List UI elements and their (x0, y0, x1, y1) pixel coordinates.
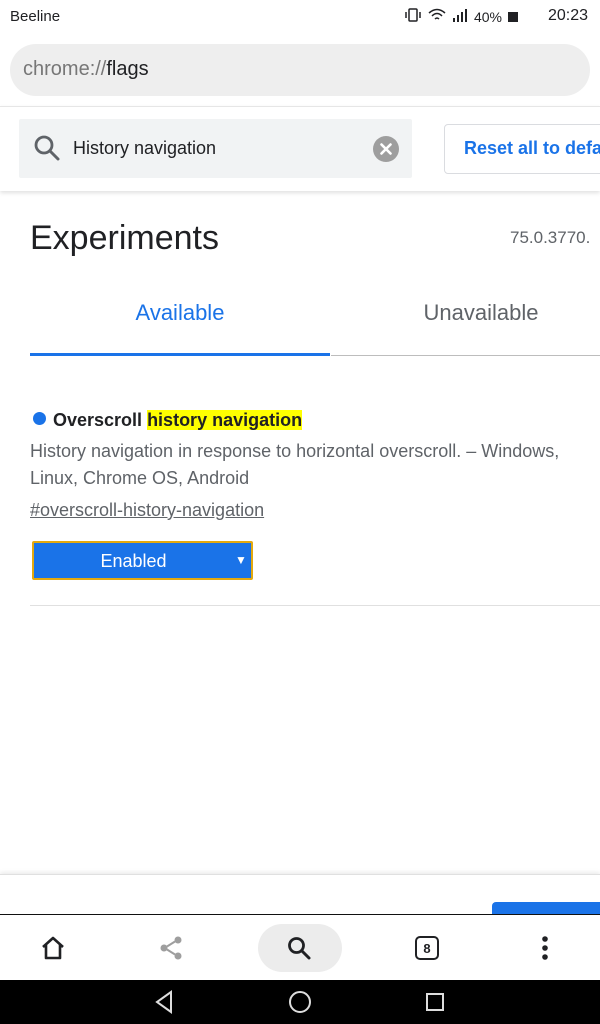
wifi-icon (428, 8, 446, 25)
battery-icon (508, 9, 518, 25)
home-button[interactable] (22, 924, 84, 972)
flag-description: History navigation in response to horizo… (30, 441, 560, 488)
tab-divider (331, 355, 600, 356)
flag-anchor-link[interactable]: #overscroll-history-navigation (30, 500, 264, 521)
square-recents-icon (426, 993, 444, 1011)
flag-divider (30, 605, 600, 606)
vibrate-icon (404, 8, 422, 25)
circle-home-icon (289, 991, 311, 1013)
close-icon (380, 143, 392, 155)
tab-unavailable[interactable]: Unavailable (331, 300, 600, 356)
status-icons: 40% (404, 8, 518, 25)
flag-title: Overscroll history navigation (53, 410, 303, 431)
share-icon (160, 936, 182, 960)
search-value[interactable]: History navigation (73, 138, 216, 159)
recents-button[interactable] (420, 988, 450, 1016)
url-text[interactable]: chrome://flags (23, 58, 149, 81)
flag-title-prefix: Overscroll (53, 410, 148, 430)
flag-modified-dot (33, 412, 46, 425)
clock: 20:23 (547, 7, 588, 24)
tab-available[interactable]: Available (30, 300, 330, 356)
toolbar-search[interactable] (268, 924, 330, 972)
clear-search-button[interactable] (373, 136, 399, 162)
more-vert-icon (542, 936, 548, 960)
menu-button[interactable] (514, 924, 576, 972)
search-icon (33, 134, 61, 162)
tab-count: 8 (423, 940, 431, 956)
flag-title-highlight: history navigation (147, 410, 303, 430)
tab-switcher-icon: 8 (415, 936, 439, 960)
search-icon (288, 937, 311, 960)
active-tab-indicator (30, 353, 330, 356)
signal-icon (452, 8, 468, 25)
reset-all-label[interactable]: Reset all to default (464, 138, 600, 159)
flag-state-value[interactable]: Enabled (32, 551, 235, 572)
version-label: 75.0.3770. (510, 228, 591, 247)
url-scheme: chrome:// (23, 58, 107, 80)
page-title: Experiments (30, 219, 219, 257)
dropdown-arrow-icon: ▼ (235, 553, 247, 567)
carrier-name: Beeline (10, 8, 61, 25)
battery-percent: 40% (473, 8, 502, 25)
share-button[interactable] (140, 924, 202, 972)
back-icon (155, 990, 172, 1014)
url-host: flags (106, 58, 149, 80)
home-nav-button[interactable] (285, 988, 315, 1016)
home-icon (42, 936, 64, 960)
back-button[interactable] (150, 988, 180, 1016)
tab-switcher-button[interactable]: 8 (396, 924, 458, 972)
